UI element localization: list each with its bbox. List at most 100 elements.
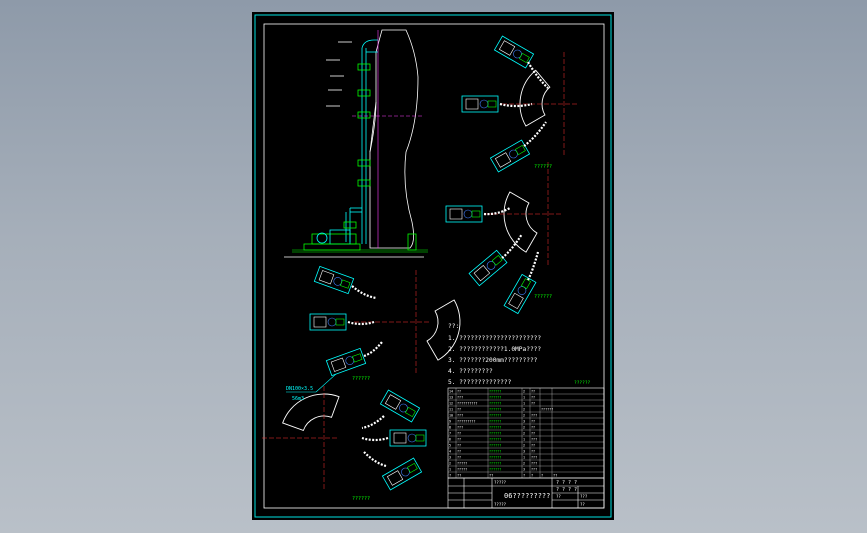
pipe-callout-text: DN100×3.5 bbox=[286, 386, 313, 392]
pump-outlet bbox=[335, 318, 345, 326]
note-4: 4. ????????? bbox=[448, 368, 493, 375]
suction-pipe bbox=[361, 415, 385, 430]
bom-cell: ????? bbox=[457, 462, 467, 466]
bom-cell: ?? bbox=[457, 456, 461, 460]
riser-pipes bbox=[345, 39, 378, 244]
bom-cell: ?? bbox=[531, 396, 535, 400]
bom-cell: 7 bbox=[449, 432, 451, 436]
pump-motor bbox=[508, 292, 524, 310]
bom-cell: 2 bbox=[523, 426, 525, 430]
bom-cell: 1 bbox=[523, 438, 525, 442]
view-label-3: ?????? bbox=[352, 376, 370, 382]
pump-unit bbox=[468, 249, 508, 287]
pump-impeller bbox=[345, 356, 355, 365]
bom-cell: ????????? bbox=[457, 420, 475, 424]
pump-outlet bbox=[491, 254, 503, 266]
suction-pipe bbox=[361, 436, 389, 442]
bom-header-cell: ? bbox=[531, 474, 533, 478]
bom-cell: 3 bbox=[449, 456, 451, 460]
title-cell-6: ??? bbox=[580, 494, 588, 499]
pump-impeller bbox=[407, 433, 417, 443]
pump-impeller bbox=[517, 286, 527, 295]
bom-cell: 2 bbox=[523, 444, 525, 448]
suction-pipe bbox=[363, 451, 387, 468]
pump-outlet bbox=[471, 210, 481, 218]
pump-motor bbox=[494, 152, 512, 168]
pump-outlet bbox=[515, 144, 526, 156]
bom-cell: ?? bbox=[531, 426, 535, 430]
pump-outlet bbox=[407, 462, 418, 474]
bill-of-materials: 14???????? 2 ??13????????? 1 ??12???????????… bbox=[447, 387, 605, 479]
bom-cell: ??? bbox=[531, 468, 537, 472]
note-2: 2. ????????????1.0MPa???? bbox=[448, 346, 541, 353]
bom-header-cell: ? bbox=[523, 474, 525, 478]
title-cell-4: ? ? ? ? bbox=[556, 487, 577, 493]
pump-motor bbox=[386, 470, 404, 486]
pipe-callout-volume: 56m3 bbox=[292, 396, 304, 402]
bom-cell: 1 bbox=[523, 456, 525, 460]
bom-header-cell: ?? bbox=[553, 474, 557, 478]
drawing-sheet: DN100×3.5 56m3 ?????? ?????? ?????? ????… bbox=[252, 12, 614, 520]
bom-cell: 2 bbox=[523, 432, 525, 436]
title-cell-5: ?? bbox=[556, 494, 561, 499]
bom-header-cell: ?? bbox=[489, 474, 493, 478]
pump-outlet bbox=[340, 279, 351, 289]
elevation-view bbox=[284, 29, 428, 258]
bom-cell: ??? bbox=[457, 396, 463, 400]
bom-cell: ??? bbox=[457, 426, 463, 430]
pump-unit bbox=[445, 205, 483, 223]
pump-unit bbox=[461, 95, 499, 113]
suction-pipe bbox=[527, 251, 540, 281]
tank-segment bbox=[519, 69, 551, 127]
bom-cell: 2 bbox=[523, 414, 525, 418]
bom-cell: ?? bbox=[531, 432, 535, 436]
plan-view bbox=[262, 386, 427, 491]
bom-cell: ?? bbox=[457, 432, 461, 436]
title-cell-7: ?? bbox=[580, 502, 585, 507]
bom-header-cell: ? bbox=[449, 474, 451, 478]
pump-outlet bbox=[405, 406, 416, 418]
suction-pipe bbox=[351, 285, 377, 300]
bom-cell: ??? bbox=[531, 456, 537, 460]
pump-motor bbox=[449, 208, 463, 220]
pump-unit bbox=[309, 313, 347, 331]
bom-cell: 2 bbox=[523, 408, 525, 412]
bom-cell: 11 bbox=[449, 408, 453, 412]
pump-outlet bbox=[352, 353, 363, 363]
view-label-1: ?????? bbox=[534, 164, 552, 170]
bom-cell: 12 bbox=[449, 402, 453, 406]
pump-assembly bbox=[303, 229, 361, 251]
bom-cell: 1 bbox=[523, 402, 525, 406]
bom-cell: ?? bbox=[531, 402, 535, 406]
bom-cell: ?? bbox=[457, 408, 461, 412]
cad-drawing: DN100×3.5 56m3 ?????? ?????? ?????? ????… bbox=[254, 14, 612, 518]
bom-cell: ?????? bbox=[489, 438, 501, 442]
tank-segment bbox=[503, 191, 538, 253]
pump-impeller bbox=[509, 149, 518, 159]
plan-view bbox=[461, 35, 578, 173]
title-cell-1: ????? bbox=[494, 480, 507, 485]
bom-cell: ?????? bbox=[541, 408, 553, 412]
suction-pipe bbox=[499, 102, 533, 108]
notes-suffix: ?????? bbox=[574, 380, 591, 386]
bom-cell: 4 bbox=[449, 450, 451, 454]
bom-cell: ?????? bbox=[489, 396, 501, 400]
pump-motor bbox=[384, 394, 402, 410]
bom-cell: ??? bbox=[531, 462, 537, 466]
bom-cell: ?? bbox=[457, 444, 461, 448]
pump-impeller bbox=[399, 403, 408, 413]
bom-cell: ?????? bbox=[489, 432, 501, 436]
bom-cell: ????? bbox=[457, 468, 467, 472]
technical-notes: ??: 1. ?????????????????????? 2. ???????… bbox=[448, 323, 591, 386]
title-block-main: 06????????? bbox=[504, 492, 550, 500]
pump-unit bbox=[313, 265, 355, 295]
bom-cell: ?????? bbox=[489, 456, 501, 460]
bom-cell: 14 bbox=[449, 390, 453, 394]
bom-cell: ?????? bbox=[489, 402, 501, 406]
title-cell-3: ? ? ? ? bbox=[556, 480, 577, 486]
pump-motor bbox=[313, 316, 327, 328]
bom-cell: ?????? bbox=[489, 468, 501, 472]
pump-motor bbox=[330, 357, 347, 372]
bom-cell: 2 bbox=[523, 390, 525, 394]
title-cell-2: ????? bbox=[494, 502, 507, 507]
